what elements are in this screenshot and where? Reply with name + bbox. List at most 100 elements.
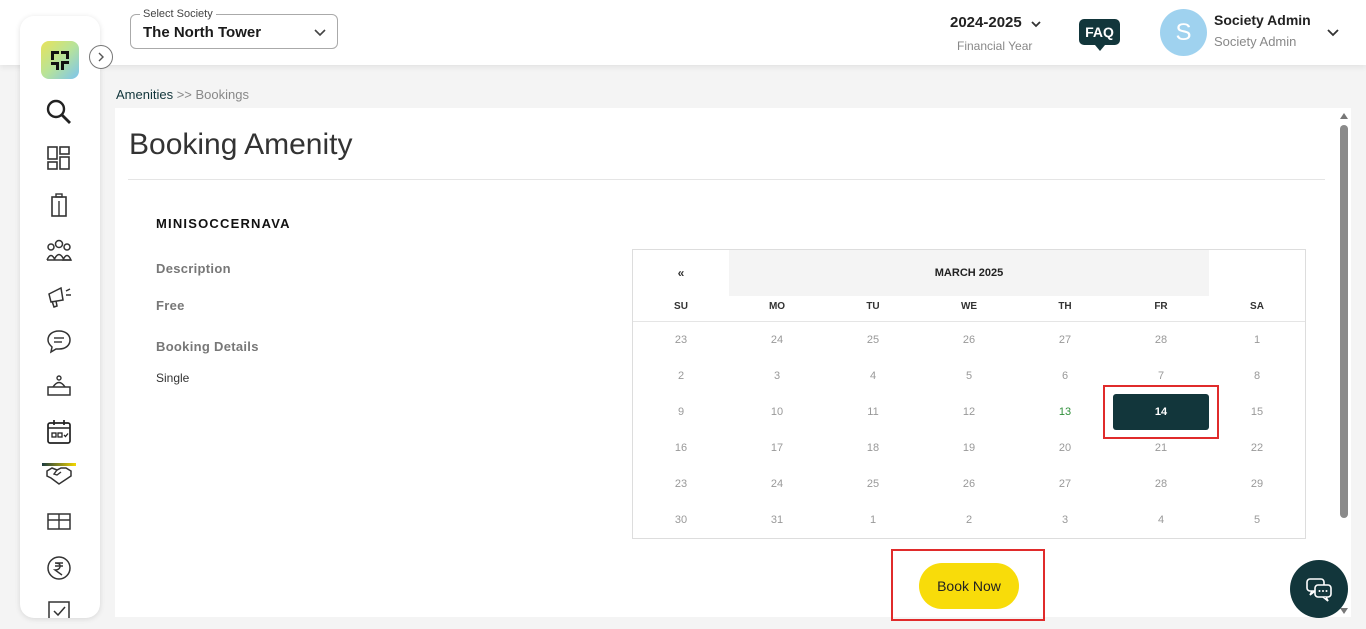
calendar-day-label: 1 xyxy=(869,514,877,526)
calendar-day-label: 30 xyxy=(674,514,688,526)
breadcrumb-current: Bookings xyxy=(195,87,249,102)
calendar-week-row: 23 24 25 26 27 28 1 xyxy=(633,322,1305,358)
calendar-day[interactable]: 28 xyxy=(1113,466,1209,502)
page-title: Booking Amenity xyxy=(129,128,353,161)
calendar-day-today[interactable]: 13 xyxy=(1017,394,1113,430)
society-select[interactable]: Select Society The North Tower xyxy=(130,8,338,49)
scroll-thumb[interactable] xyxy=(1340,125,1348,518)
faq-button[interactable]: FAQ xyxy=(1079,19,1120,51)
calendar-day-label: 27 xyxy=(1058,334,1072,346)
calendar-day-label: 7 xyxy=(1157,370,1165,382)
financial-year-selector[interactable]: 2024-2025 Financial Year xyxy=(950,14,1045,53)
members-icon[interactable] xyxy=(44,235,74,265)
calendar-day[interactable]: 10 xyxy=(729,394,825,430)
calendar-day[interactable]: 12 xyxy=(921,394,1017,430)
calendar-day[interactable]: 20 xyxy=(1017,430,1113,466)
handshake-icon[interactable] xyxy=(44,459,74,489)
calendar-day[interactable]: 22 xyxy=(1209,430,1305,466)
calendar-day-label: 24 xyxy=(770,334,784,346)
calendar-day-label: 3 xyxy=(773,370,781,382)
calendar-day-label: 4 xyxy=(1157,514,1165,526)
calendar-day[interactable]: 27 xyxy=(1017,322,1113,358)
calendar-day[interactable]: 15 xyxy=(1209,394,1305,430)
chevron-down-icon[interactable] xyxy=(1326,26,1340,45)
page-scrollbar[interactable] xyxy=(1337,108,1351,617)
calendar-prev-month-button[interactable]: « xyxy=(633,250,729,296)
calendar-day[interactable]: 19 xyxy=(921,430,1017,466)
calendar-day[interactable]: 23 xyxy=(633,322,729,358)
building-icon[interactable] xyxy=(44,190,74,220)
calendar-day[interactable]: 2 xyxy=(921,502,1017,538)
book-now-button[interactable]: Book Now xyxy=(919,563,1019,609)
rupee-icon[interactable] xyxy=(44,553,74,583)
calendar-day[interactable]: 9 xyxy=(633,394,729,430)
calendar-day[interactable]: 31 xyxy=(729,502,825,538)
calendar-booking-icon[interactable] xyxy=(44,417,74,447)
calendar-day-label: 1 xyxy=(1253,334,1261,346)
calendar-day[interactable]: 29 xyxy=(1209,466,1305,502)
calendar-day[interactable]: 3 xyxy=(1017,502,1113,538)
calendar-day[interactable]: 17 xyxy=(729,430,825,466)
calendar-day[interactable]: 4 xyxy=(825,358,921,394)
user-name[interactable]: Society Admin xyxy=(1214,12,1311,28)
calendar-day[interactable]: 25 xyxy=(825,466,921,502)
calendar-day[interactable]: 23 xyxy=(633,466,729,502)
package-icon[interactable] xyxy=(44,506,74,536)
calendar-day-label: 6 xyxy=(1061,370,1069,382)
announcement-icon[interactable] xyxy=(44,281,74,311)
service-desk-icon[interactable] xyxy=(44,371,74,401)
chevron-down-icon xyxy=(313,25,327,44)
calendar-day-label: 28 xyxy=(1154,334,1168,346)
calendar-day-label: 5 xyxy=(1253,514,1261,526)
calendar-day-label: 8 xyxy=(1253,370,1261,382)
calendar-day-label: 20 xyxy=(1058,442,1072,454)
scroll-up-arrow-icon[interactable] xyxy=(1340,113,1348,119)
calendar-day[interactable]: 4 xyxy=(1113,502,1209,538)
calendar-day[interactable]: 5 xyxy=(921,358,1017,394)
chat-bubble-icon[interactable] xyxy=(44,326,74,356)
calendar-day[interactable]: 8 xyxy=(1209,358,1305,394)
scroll-down-arrow-icon[interactable] xyxy=(1340,608,1348,614)
society-select-value: The North Tower xyxy=(143,24,262,41)
calendar-day-label: 22 xyxy=(1250,442,1264,454)
weekday-label: SU xyxy=(674,301,688,312)
calendar-day[interactable]: 5 xyxy=(1209,502,1305,538)
breadcrumb: Amenities >> Bookings xyxy=(116,87,249,102)
calendar-day[interactable]: 24 xyxy=(729,466,825,502)
sidebar-toggle-button[interactable] xyxy=(89,45,113,69)
calendar-day[interactable]: 16 xyxy=(633,430,729,466)
dashboard-icon[interactable] xyxy=(44,143,74,173)
breadcrumb-amenities-link[interactable]: Amenities xyxy=(116,87,173,102)
calendar-day[interactable]: 26 xyxy=(921,466,1017,502)
calendar-day-label: 12 xyxy=(962,406,976,418)
search-icon[interactable] xyxy=(44,97,74,127)
calendar-day-label: 5 xyxy=(965,370,973,382)
avatar[interactable]: S xyxy=(1160,9,1207,56)
calendar-day[interactable]: 1 xyxy=(825,502,921,538)
chat-support-button[interactable] xyxy=(1290,560,1348,618)
calendar-day[interactable]: 28 xyxy=(1113,322,1209,358)
calendar-day[interactable]: 2 xyxy=(633,358,729,394)
calendar-day-label: 27 xyxy=(1058,478,1072,490)
app-logo[interactable] xyxy=(41,41,79,79)
calendar-day[interactable]: 1 xyxy=(1209,322,1305,358)
calendar-month-label[interactable]: MARCH 2025 xyxy=(729,250,1209,296)
calendar-day[interactable]: 27 xyxy=(1017,466,1113,502)
calendar-day[interactable]: 3 xyxy=(729,358,825,394)
calendar-day-label: 2 xyxy=(677,370,685,382)
calendar-day[interactable]: 11 xyxy=(825,394,921,430)
calendar-day[interactable]: 25 xyxy=(825,322,921,358)
calendar-day[interactable]: 6 xyxy=(1017,358,1113,394)
task-icon[interactable] xyxy=(44,596,74,618)
calendar-week-row: 30 31 1 2 3 4 5 xyxy=(633,502,1305,538)
calendar-day[interactable]: 26 xyxy=(921,322,1017,358)
calendar-day-label: 26 xyxy=(962,478,976,490)
calendar-week-row: 23 24 25 26 27 28 29 xyxy=(633,466,1305,502)
title-divider xyxy=(128,179,1325,180)
booking-card: Booking Amenity MINISOCCERNAVA Descripti… xyxy=(115,108,1337,617)
calendar-day[interactable]: 24 xyxy=(729,322,825,358)
calendar-day-label: 17 xyxy=(770,442,784,454)
society-select-label: Select Society xyxy=(140,8,216,20)
calendar-day[interactable]: 18 xyxy=(825,430,921,466)
calendar-day[interactable]: 30 xyxy=(633,502,729,538)
